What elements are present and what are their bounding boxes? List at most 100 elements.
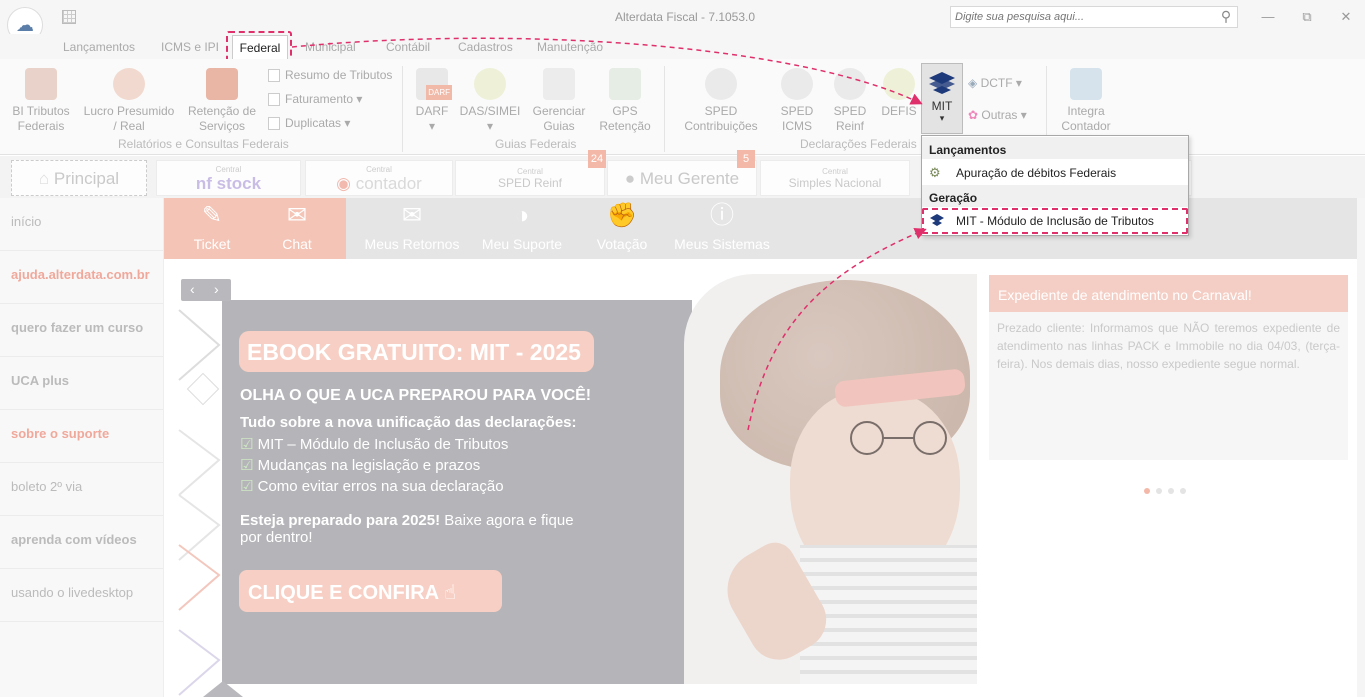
receita-federal-icon — [929, 72, 955, 94]
spreadsheet-icon — [543, 68, 575, 100]
group-separator — [664, 66, 665, 152]
glasses-icon — [850, 421, 947, 455]
restore-icon[interactable]: ⧉ — [1297, 9, 1317, 25]
tab-manutencao[interactable]: Manutenção — [537, 40, 603, 54]
cta-button[interactable]: CLIQUE E CONFIRA ☝ — [239, 570, 502, 612]
banner-intro: Tudo sobre a nova unificação das declara… — [240, 414, 577, 431]
darf-button[interactable]: DARF DARF ▾ — [413, 68, 452, 134]
meus-retornos-button[interactable]: ✉ Meus Retornos — [362, 202, 462, 252]
gps-retencao-button[interactable]: GPS Retenção — [597, 68, 653, 134]
sped-contribuicoes-button[interactable]: SPED Contribuições — [676, 68, 766, 134]
search-box[interactable] — [950, 6, 1238, 28]
dctf-button[interactable]: ◈ DCTF ▾ — [968, 76, 1022, 90]
cloud-icon — [705, 68, 737, 100]
faturamento-button[interactable]: Faturamento ▾ — [268, 92, 362, 107]
tab-meu-gerente[interactable]: ● Meu Gerente — [607, 160, 757, 196]
check-icon: ☑ — [240, 457, 258, 474]
group-guias-label: Guias Federais — [495, 137, 577, 151]
defis-button[interactable]: DEFIS — [880, 68, 918, 119]
tab-sped-reinf[interactable]: Central SPED Reinf — [455, 160, 605, 196]
dropdown-section-lancamentos: Lançamentos — [922, 137, 1188, 159]
pointer-hand-icon: ☝ — [443, 582, 457, 604]
duplicatas-button[interactable]: Duplicatas ▾ — [268, 116, 350, 131]
carousel-dot[interactable] — [1156, 488, 1162, 494]
banner-bullet: ☑ Como evitar erros na sua declaração — [240, 478, 504, 495]
news-title: Expediente de atendimento no Carnaval! — [989, 275, 1348, 312]
sidebar-item-uca-plus[interactable]: UCA plus — [0, 357, 163, 410]
notification-badge: 5 — [737, 150, 755, 168]
tab-icms-ipi[interactable]: ICMS e IPI — [161, 40, 219, 54]
group-relatorios-label: Relatórios e Consultas Federais — [118, 137, 289, 151]
votacao-button[interactable]: ✊ Votação — [582, 202, 662, 252]
mit-button[interactable]: MIT ▾ — [921, 63, 963, 134]
scrollbar[interactable] — [1357, 198, 1365, 697]
mit-item-highlight — [922, 208, 1188, 234]
info-icon: ⓘ — [710, 202, 734, 229]
das-simei-button[interactable]: DAS/SIMEI ▾ — [459, 68, 521, 134]
outras-button[interactable]: ✿ Outras ▾ — [968, 108, 1027, 122]
tab-contabil[interactable]: Contábil — [386, 40, 430, 54]
integra-contador-button[interactable]: Integra Contador — [1056, 68, 1116, 134]
cloud-icon — [781, 68, 813, 100]
tab-lancamentos[interactable]: Lançamentos — [63, 40, 135, 54]
sped-reinf-button[interactable]: SPED Reinf — [828, 68, 872, 134]
grid-icon[interactable] — [62, 10, 76, 24]
search-input[interactable] — [951, 7, 1213, 27]
darf-icon: DARF — [416, 68, 452, 100]
minimize-icon[interactable]: — — [1258, 9, 1278, 25]
meu-suporte-button[interactable]: ◑ Meu Suporte — [477, 202, 567, 252]
search-icon[interactable]: ⚲ — [1216, 8, 1236, 26]
tab-municipal[interactable]: Municipal — [305, 40, 356, 54]
chat-icon: ✉ — [286, 202, 308, 229]
gerenciar-guias-button[interactable]: Gerenciar Guias — [530, 68, 588, 134]
resumo-tributos-button[interactable]: Resumo de Tributos — [268, 68, 392, 83]
tab-contador[interactable]: Central ◉ contador — [305, 160, 453, 196]
woman-shirt — [800, 545, 977, 684]
tab-principal[interactable]: ⌂ Principal — [11, 160, 147, 196]
retencao-servicos-button[interactable]: Retenção de Serviços — [186, 68, 258, 134]
tab-simples-nacional[interactable]: Central Simples Nacional — [760, 160, 910, 196]
tab-nfstock[interactable]: Central nf stock — [156, 160, 301, 196]
bi-tributos-button[interactable]: BI Tributos Federais — [8, 68, 74, 134]
bi-tributos-icon — [25, 68, 57, 100]
ticket-button[interactable]: ✎ Ticket — [172, 202, 252, 252]
sidebar-item-suporte[interactable]: sobre o suporte — [0, 410, 163, 463]
sidebar-item-boleto[interactable]: boleto 2º via — [0, 463, 163, 516]
group-separator — [402, 66, 403, 152]
chevron-right-icon[interactable]: › — [214, 281, 219, 297]
sidebar-item-videos[interactable]: aprenda com vídeos — [0, 516, 163, 569]
sidebar-item-ajuda[interactable]: ajuda.alterdata.com.br — [0, 251, 163, 304]
carousel-dot[interactable] — [1144, 488, 1150, 494]
simples-icon — [883, 68, 915, 100]
cloud-icon — [834, 68, 866, 100]
chevron-left-icon[interactable]: ‹ — [190, 281, 195, 297]
gps-icon — [609, 68, 641, 100]
meus-sistemas-button[interactable]: ⓘ Meus Sistemas — [672, 202, 772, 252]
integra-icon — [1070, 68, 1102, 100]
banner-title: EBOOK GRATUITO: MIT - 2025 — [239, 331, 594, 372]
menu-item-apuracao-debitos[interactable]: ⚙ Apuração de débitos Federais — [922, 160, 1188, 184]
sidebar-item-curso[interactable]: quero fazer um curso — [0, 304, 163, 357]
tab-cadastros[interactable]: Cadastros — [458, 40, 513, 54]
banner-subtitle: OLHA O QUE A UCA PREPAROU PARA VOCÊ! — [240, 387, 592, 404]
lucro-presumido-button[interactable]: Lucro Presumido / Real — [82, 68, 176, 134]
banner-closing-line2: por dentro! — [240, 529, 313, 546]
banner-decoration — [178, 309, 221, 696]
notification-badge: 24 — [588, 150, 606, 168]
chat-button[interactable]: ✉ Chat — [257, 202, 337, 252]
sidebar-item-livedesktop[interactable]: usando o livedesktop — [0, 569, 163, 622]
close-icon[interactable]: ✕ — [1336, 9, 1356, 25]
carousel-dot[interactable] — [1180, 488, 1186, 494]
sped-icms-button[interactable]: SPED ICMS — [774, 68, 820, 134]
group-declaracoes-label: Declarações Federais — [800, 137, 917, 151]
carousel-dot[interactable] — [1168, 488, 1174, 494]
person-icon: ● — [624, 169, 640, 188]
dropdown-section-geracao: Geração — [922, 185, 1188, 207]
envelope-icon: ✉ — [401, 202, 423, 229]
sidebar-item-inicio[interactable]: início — [0, 198, 163, 251]
check-icon: ☑ — [240, 478, 258, 495]
news-body: Prezado cliente: Informamos que NÃO tere… — [989, 312, 1348, 460]
banner-closing: Esteja preparado para 2025! Baixe agora … — [240, 512, 574, 529]
outras-icon: ✿ — [968, 108, 982, 122]
simples-icon — [474, 68, 506, 100]
